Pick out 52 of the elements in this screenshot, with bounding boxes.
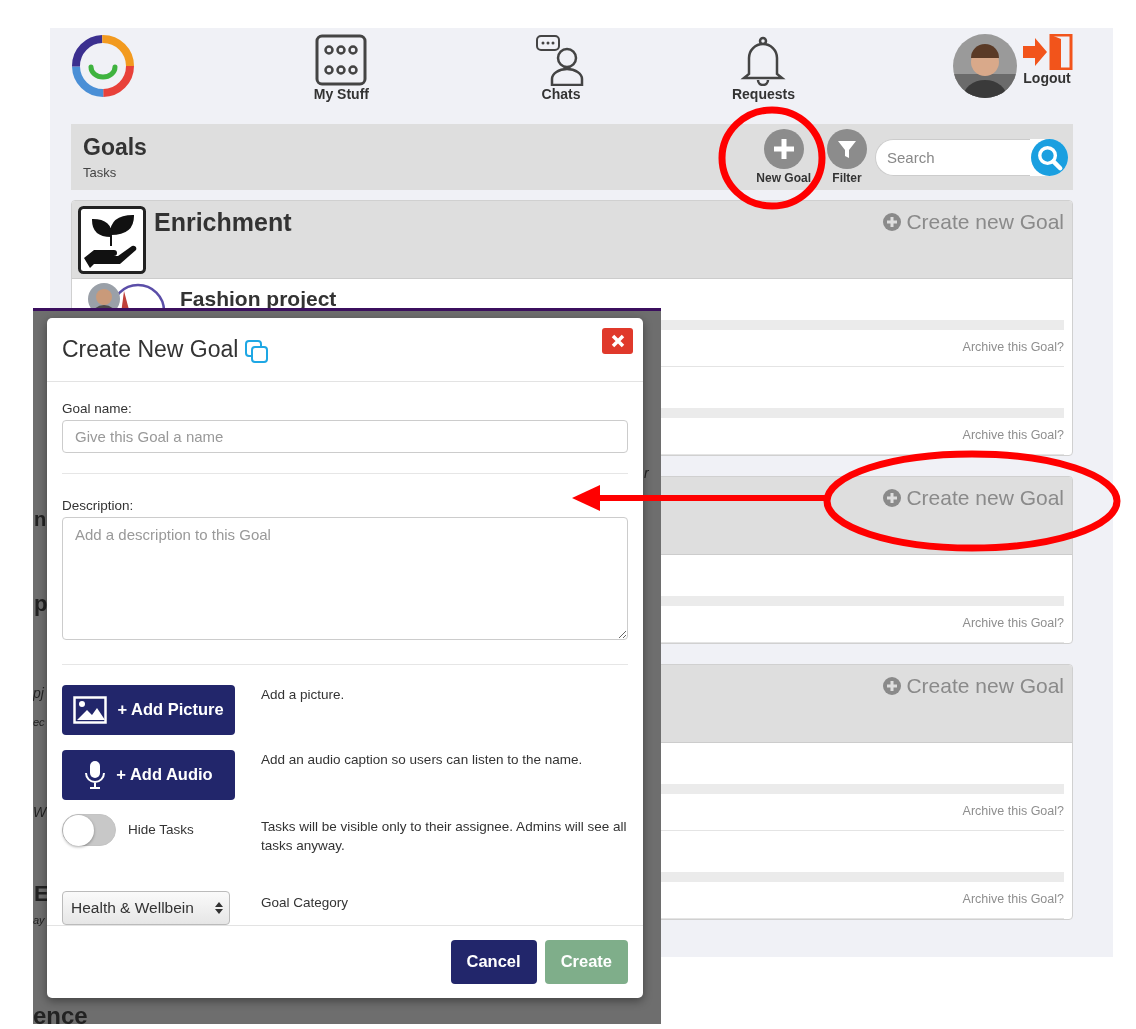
option-help-text: Add an audio caption so users can listen to the name. bbox=[261, 750, 584, 769]
plant-in-hand-icon bbox=[78, 206, 146, 274]
background-text: pj bbox=[33, 686, 44, 700]
microphone-icon bbox=[84, 759, 107, 790]
close-button[interactable] bbox=[602, 328, 633, 354]
background-text: ence bbox=[33, 1004, 88, 1024]
background-text: ec bbox=[33, 717, 45, 728]
page-subtitle: Tasks bbox=[83, 165, 118, 180]
field-label: Description: bbox=[62, 497, 135, 513]
logout-button[interactable]: Logout bbox=[1021, 34, 1073, 86]
plus-circle-icon bbox=[883, 213, 902, 231]
search-field[interactable]: Search bbox=[875, 138, 1030, 176]
goal-title: Fashion project bbox=[180, 287, 337, 311]
plus-icon bbox=[763, 129, 804, 169]
toggle-switch[interactable] bbox=[62, 813, 116, 846]
search-icon bbox=[1030, 138, 1068, 176]
cancel-button[interactable]: Cancel bbox=[450, 939, 537, 984]
nav-item[interactable]: My Stuff bbox=[313, 34, 369, 102]
filter-icon bbox=[827, 129, 867, 169]
background-text: W bbox=[33, 805, 47, 819]
grid-icon bbox=[315, 34, 368, 86]
option-help-text: Add a picture. bbox=[261, 685, 346, 704]
filter-button[interactable]: Filter bbox=[827, 129, 867, 185]
add-picture-button[interactable]: + Add Picture bbox=[62, 684, 235, 735]
group-title: Enrichment bbox=[154, 208, 293, 238]
toggle-label: Hide Tasks bbox=[128, 822, 194, 838]
plus-circle-icon bbox=[883, 677, 902, 695]
logo[interactable] bbox=[71, 34, 135, 98]
background-text: n bbox=[34, 509, 47, 529]
description-field[interactable]: Add a description to this Goal bbox=[62, 516, 628, 640]
field-label: Goal name: bbox=[62, 400, 133, 416]
bell-icon bbox=[739, 34, 788, 86]
plus-circle-icon bbox=[883, 489, 902, 507]
nav-item[interactable]: Requests bbox=[731, 34, 795, 102]
close-icon bbox=[610, 334, 625, 348]
background-text: r bbox=[644, 466, 649, 480]
add-audio-button[interactable]: + Add Audio bbox=[62, 749, 235, 800]
copy-icon[interactable] bbox=[245, 340, 270, 365]
option-help-text: Tasks will be visible only to their assignee. Admins will see all tasks anyway. bbox=[261, 817, 628, 855]
background-text: E bbox=[34, 883, 49, 905]
exit-door-icon bbox=[1021, 34, 1073, 70]
search-button[interactable] bbox=[1030, 138, 1068, 176]
nav-item[interactable]: Chats bbox=[534, 34, 587, 102]
background-text: p bbox=[34, 593, 48, 615]
image-icon bbox=[73, 695, 108, 724]
background-text: ay bbox=[33, 915, 45, 926]
dialog-title: Create New Goal bbox=[62, 335, 239, 363]
category-select[interactable]: Health & Wellbein bbox=[62, 890, 230, 925]
option-help-text: Goal Category bbox=[261, 893, 350, 912]
goal-name-field[interactable]: Give this Goal a name bbox=[62, 419, 628, 453]
page-title: Goals bbox=[83, 134, 148, 161]
select-arrows-icon bbox=[215, 900, 223, 915]
